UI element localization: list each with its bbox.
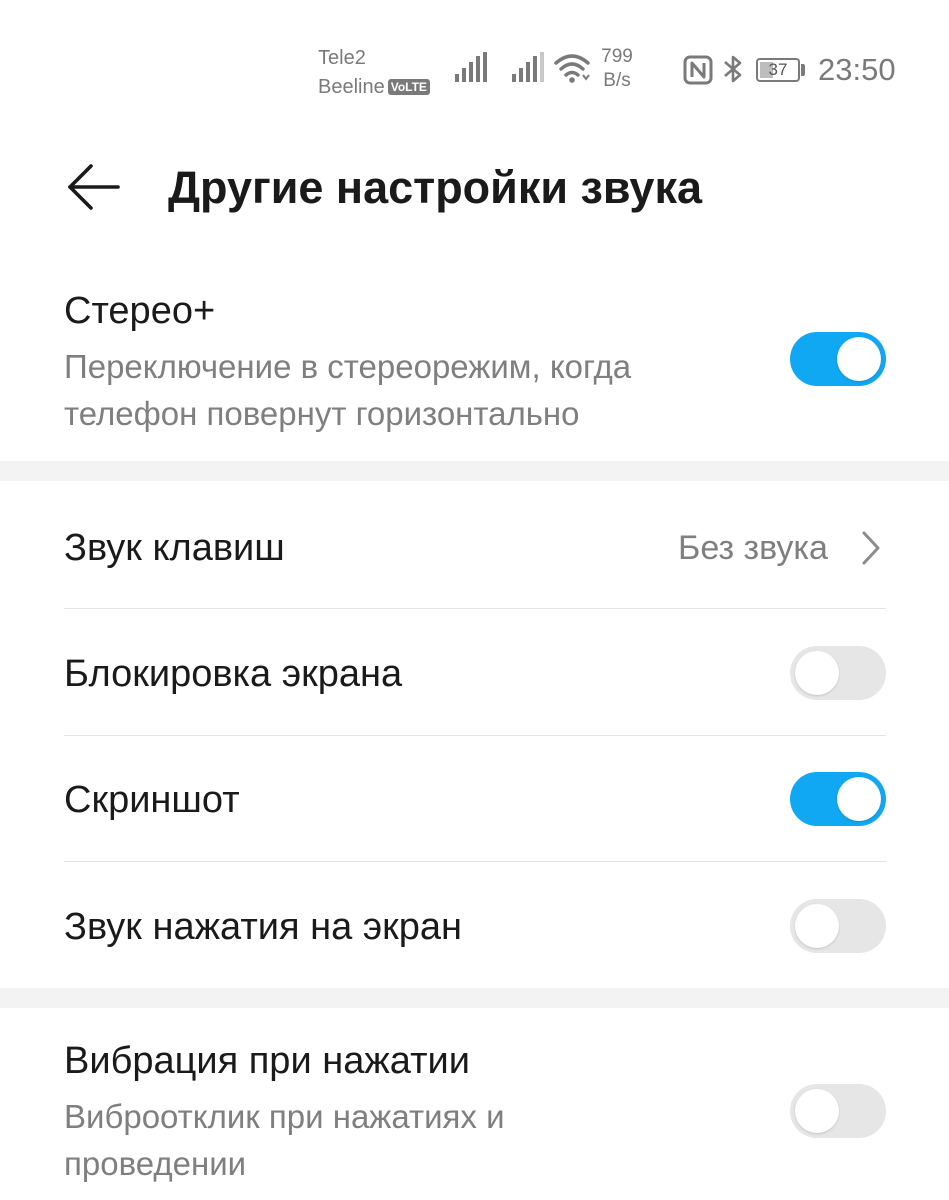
arrow-left-icon[interactable] — [66, 163, 120, 211]
setting-stereo[interactable]: Стерео+ Переключение в стереорежим, когд… — [64, 288, 886, 437]
setting-screenshot[interactable]: Скриншот — [64, 777, 886, 823]
status-bar: Tele2 Beeline VoLTE 799 B/s 37 23:50 — [0, 0, 949, 110]
wifi-icon — [554, 54, 590, 83]
row-divider — [64, 861, 886, 862]
screenshot-toggle[interactable] — [790, 772, 886, 826]
setting-touch-sound[interactable]: Звук нажатия на экран — [64, 904, 886, 950]
toggle-knob — [795, 904, 839, 948]
setting-keypad-sound-value[interactable]: Без звука — [678, 525, 828, 571]
toggle-knob — [837, 777, 881, 821]
nfc-icon — [683, 55, 713, 85]
network-speed: 799 B/s — [598, 45, 636, 93]
clock: 23:50 — [818, 52, 896, 87]
setting-screenshot-label: Скриншот — [64, 779, 240, 821]
chevron-right-icon[interactable] — [860, 530, 882, 566]
section-divider — [0, 461, 949, 481]
carrier-beeline-row: Beeline VoLTE — [318, 73, 430, 102]
screen-lock-toggle[interactable] — [790, 646, 886, 700]
row-divider — [64, 608, 886, 609]
signal-icon — [455, 52, 487, 82]
toggle-knob — [795, 1089, 839, 1133]
toggle-knob — [795, 651, 839, 695]
battery-icon: 37 — [756, 58, 800, 82]
network-speed-unit: B/s — [603, 70, 631, 91]
setting-stereo-description: Переключение в стереорежим, когда телефо… — [64, 348, 632, 432]
battery-cap — [801, 64, 805, 76]
setting-screen-lock[interactable]: Блокировка экрана — [64, 651, 886, 697]
setting-haptic[interactable]: Вибрация при нажатии Виброотклик при наж… — [64, 1038, 886, 1187]
setting-screen-lock-label: Блокировка экрана — [64, 653, 403, 695]
network-speed-value: 799 — [601, 46, 633, 67]
toggle-knob — [837, 337, 881, 381]
touch-sound-toggle[interactable] — [790, 899, 886, 953]
stereo-toggle[interactable] — [790, 332, 886, 386]
page-title: Другие настройки звука — [168, 162, 703, 213]
haptic-toggle[interactable] — [790, 1084, 886, 1138]
volte-badge: VoLTE — [387, 79, 430, 95]
signal-icon — [512, 52, 544, 82]
carrier-tele2: Tele2 — [318, 47, 366, 69]
battery-level: 37 — [768, 60, 788, 79]
carrier-info: Tele2 Beeline VoLTE — [318, 44, 430, 102]
bluetooth-icon — [724, 55, 742, 83]
setting-touch-sound-label: Звук нажатия на экран — [64, 906, 463, 948]
setting-stereo-label: Стерео+ — [64, 290, 216, 332]
section-divider — [0, 988, 949, 1008]
carrier-beeline: Beeline — [318, 76, 385, 98]
row-divider — [64, 735, 886, 736]
setting-haptic-label: Вибрация при нажатии — [64, 1040, 470, 1082]
setting-haptic-description: Виброотклик при нажатиях и проведении — [64, 1098, 505, 1182]
